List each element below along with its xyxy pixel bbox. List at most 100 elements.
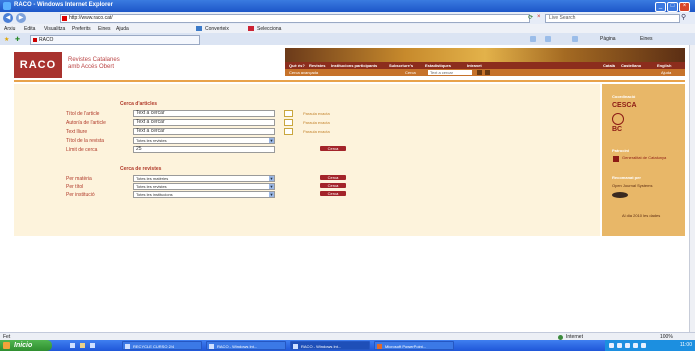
search-go-icon[interactable] [477,70,482,75]
vertical-scrollbar[interactable] [689,45,695,332]
article-search-title: Cerca d'articles [120,101,158,107]
lang-english[interactable]: English [657,63,671,68]
nav-statistics[interactable]: Estadístiques [425,63,451,68]
ie-icon [293,344,298,349]
add-favorite-icon[interactable]: ✚ [15,36,20,43]
refresh-icon[interactable]: ⟳ [528,14,533,21]
minimize-button[interactable]: _ [655,2,666,12]
forward-icon[interactable]: ▶ [16,13,26,23]
free-text-exact-checkbox[interactable] [284,128,293,135]
lang-catala[interactable]: Català [603,63,615,68]
chevron-down-icon: ▼ [269,192,274,197]
folder-icon [125,344,130,349]
tools-menu[interactable]: Eines [640,36,653,42]
taskbar-item-ie-1[interactable]: RACO - Windows Int... [206,341,286,350]
tray-icon[interactable] [617,343,622,348]
back-icon[interactable]: ◀ [3,13,13,23]
taskbar-item-ie-2[interactable]: RACO - Windows Int... [290,341,370,350]
journal-title-value: Totes les revistes [136,138,167,143]
search-options-icon[interactable] [485,70,490,75]
article-title-input[interactable]: Text a cercar [133,110,275,117]
by-subject-select[interactable]: Totes les matèries ▼ [133,175,275,182]
tray-icon[interactable] [625,343,630,348]
menu-file[interactable]: Arxiu [4,26,15,32]
nav-what-is[interactable]: Què és? [289,63,305,68]
bc-logo[interactable]: BC [612,126,622,133]
search-limit-label: Límit de cerca [66,147,98,153]
article-search-button[interactable]: Cerca [320,146,346,151]
by-institution-search-button[interactable]: Cerca [320,191,346,196]
maximize-button[interactable]: □ [667,2,678,12]
sidebar-sponsor-heading: Patrocini [612,148,630,153]
search-input[interactable]: Live Search [545,14,680,23]
header-banner-image [285,48,685,62]
nav-subscribe[interactable]: Subscriure's [389,63,413,68]
by-title-search-button[interactable]: Cerca [320,183,346,188]
raco-logo[interactable]: RACO [14,52,62,78]
menu-tools[interactable]: Eines [98,26,111,32]
feeds-icon[interactable] [545,36,551,42]
address-input[interactable]: http://www.raco.cat/ [60,14,530,23]
search-icon[interactable]: ⚲ [681,13,686,21]
page-left-margin [0,45,12,332]
windows-flag-icon [3,342,10,349]
quicklaunch-folder-icon[interactable] [80,343,85,348]
partner-circle-logo[interactable] [612,113,624,125]
generalitat-logo[interactable]: Generalitat de Catalunya [622,155,672,160]
sidebar-recommended-heading: Recomanat per [612,175,641,180]
tab-raco[interactable]: RACO [30,35,200,45]
nav-intranet[interactable]: Intranet [467,63,482,68]
taskbar-item-recycle[interactable]: RECYCLE CURSO 2/4 [122,341,202,350]
ojs-logo[interactable] [612,192,628,198]
article-title-exact-checkbox[interactable] [284,110,293,117]
site-name-line2: amb Accés Obert [68,64,115,70]
start-button[interactable]: Inicio [0,340,52,351]
convert-button[interactable]: Converteix [205,26,229,32]
quicklaunch-ie-icon[interactable] [70,343,75,348]
article-author-input[interactable]: Text a cercar [133,119,275,126]
journal-title-select[interactable]: Totes les revistes ▼ [133,137,275,144]
help-link[interactable]: Ajuda [661,70,671,75]
powerpoint-icon [377,344,382,349]
cesca-logo[interactable]: CESCA [612,102,637,109]
tab-favicon-icon [33,38,37,42]
taskbar-item-label: RACO - Windows Int... [301,344,342,349]
by-institution-value: Totes les institucions [136,192,173,197]
favicon-icon [62,16,67,21]
home-icon[interactable] [530,36,536,42]
nav-institutions[interactable]: Institucions participants [331,63,377,68]
article-title-label: Títol de l'article [66,111,100,117]
by-institution-select[interactable]: Totes les institucions ▼ [133,191,275,198]
generalitat-emblem-icon [613,156,619,162]
by-subject-search-button[interactable]: Cerca [320,175,346,180]
menu-help[interactable]: Ajuda [116,26,129,32]
quicklaunch-desktop-icon[interactable] [90,343,95,348]
search-limit-input[interactable]: 25 [133,146,275,153]
page-menu[interactable]: Pàgina [600,36,616,42]
by-title-value: Totes les revistes [136,184,167,189]
nav-journals[interactable]: Revistes [309,63,325,68]
advanced-search-link[interactable]: Cerca avançada [289,70,318,75]
lang-castellano[interactable]: Castellano [621,63,641,68]
by-title-select[interactable]: Totes les revistes ▼ [133,183,275,190]
menu-favorites[interactable]: Preferits [72,26,91,32]
free-text-input[interactable]: Text a cercar [133,128,275,135]
quick-search-input[interactable]: Text a cercar [428,70,472,75]
window-title: RACO - Windows Internet Explorer [14,2,113,8]
print-icon[interactable] [572,36,578,42]
taskbar-item-label: RECYCLE CURSO 2/4 [133,344,175,349]
menu-edit[interactable]: Edita [24,26,35,32]
menu-view[interactable]: Visualitza [44,26,65,32]
select-button[interactable]: Selecciona [257,26,281,32]
tray-icon[interactable] [609,343,614,348]
site-name-line1: Revistes Catalanes [68,57,120,63]
taskbar-item-powerpoint[interactable]: Microsoft PowerPoint... [374,341,454,350]
close-button[interactable]: × [679,2,690,12]
favorites-star-icon[interactable]: ★ [4,36,9,43]
by-institution-label: Per institució [66,192,95,198]
article-author-exact-checkbox[interactable] [284,119,293,126]
clock[interactable]: 11:00 [680,342,692,348]
volume-icon[interactable] [633,343,638,348]
stop-icon[interactable]: × [537,14,541,20]
network-icon[interactable] [641,343,646,348]
